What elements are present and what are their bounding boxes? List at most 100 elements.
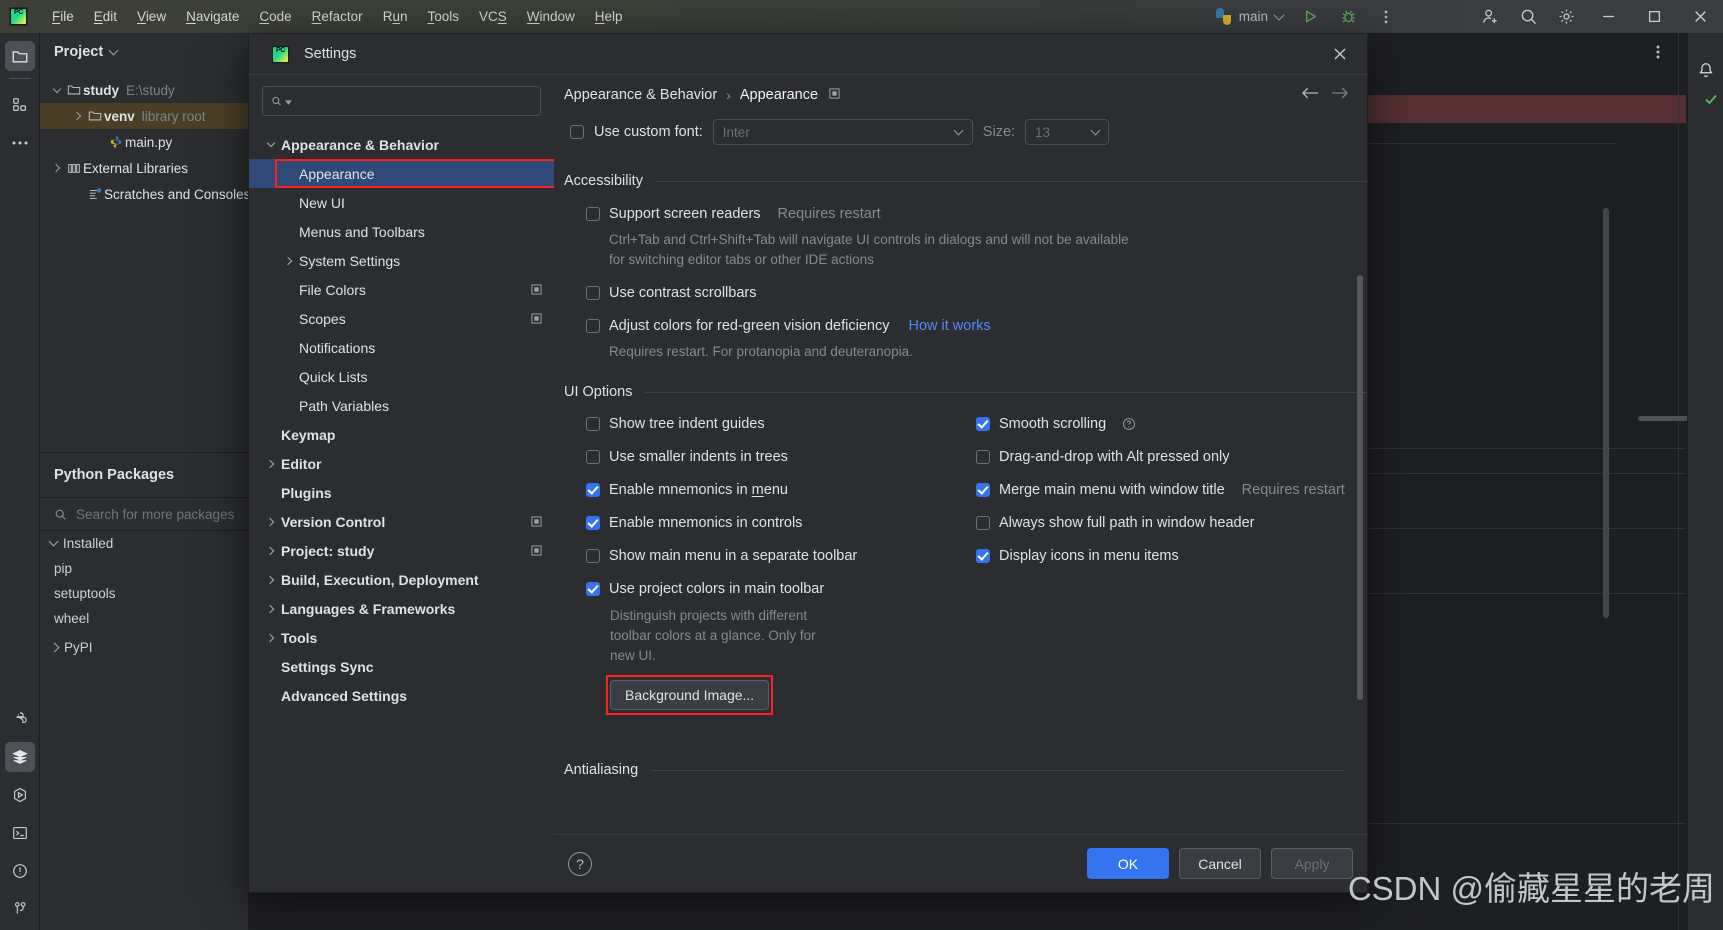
arrow-right-icon[interactable]: [1330, 86, 1349, 104]
use-smaller-indents-in-trees-checkbox[interactable]: [586, 449, 600, 464]
settings-tree-item-plugins[interactable]: Plugins: [249, 478, 554, 507]
help-icon[interactable]: [1122, 417, 1136, 431]
python-packages-icon[interactable]: [4, 742, 35, 772]
how-it-works-link[interactable]: How it works: [908, 318, 990, 334]
checkbox-row[interactable]: Enable mnemonics in menu: [586, 473, 976, 506]
add-user-icon[interactable]: [1471, 0, 1509, 33]
checkbox-row[interactable]: Enable mnemonics in controls: [586, 506, 976, 539]
checkbox-row[interactable]: Drag-and-drop with Alt pressed only: [976, 440, 1367, 473]
debug-icon[interactable]: [1329, 0, 1367, 33]
run-configuration-selector[interactable]: main: [1207, 8, 1291, 25]
display-icons-in-menu-items-checkbox[interactable]: [976, 548, 990, 563]
settings-tree-item-notifications[interactable]: Notifications: [249, 333, 554, 362]
settings-tree-item-languages-frameworks[interactable]: Languages & Frameworks: [249, 594, 554, 623]
run-icon[interactable]: [5, 780, 35, 810]
version-control-icon[interactable]: [5, 894, 35, 924]
settings-tree-item-keymap[interactable]: Keymap: [249, 420, 554, 449]
packages-group-installed[interactable]: Installed: [40, 531, 248, 556]
chevron-right-icon[interactable]: [261, 633, 281, 642]
menu-run[interactable]: Run: [373, 5, 418, 28]
chevron-right-icon[interactable]: [261, 575, 281, 584]
menu-help[interactable]: Help: [585, 5, 633, 28]
project-tree-item[interactable]: Scratches and Consoles: [40, 181, 248, 207]
project-tree-item[interactable]: venv library root: [40, 103, 248, 129]
settings-tree-item-appearance[interactable]: Appearance: [249, 159, 554, 188]
chevron-right-icon[interactable]: [261, 604, 281, 613]
menu-file[interactable]: File: [42, 5, 84, 28]
package-list-item[interactable]: pip: [40, 556, 248, 581]
close-icon[interactable]: [1677, 0, 1723, 33]
cancel-button[interactable]: Cancel: [1179, 848, 1261, 879]
terminal-icon[interactable]: [5, 818, 35, 848]
search-icon[interactable]: [1509, 0, 1547, 33]
chevron-right-icon[interactable]: [50, 163, 64, 173]
settings-search-box[interactable]: [262, 86, 541, 116]
checkbox-row[interactable]: Show tree indent guides: [586, 407, 976, 440]
settings-tree-item-editor[interactable]: Editor: [249, 449, 554, 478]
checkbox-row[interactable]: Always show full path in window header: [976, 506, 1367, 539]
packages-repo-pypi[interactable]: PyPI: [40, 635, 248, 660]
question-mark-icon[interactable]: ?: [568, 851, 592, 876]
settings-search-input[interactable]: [297, 93, 532, 109]
packages-search-row[interactable]: Search for more packages: [40, 497, 248, 531]
settings-tree-item-settings-sync[interactable]: Settings Sync: [249, 652, 554, 681]
enable-mnemonics-in-menu-checkbox[interactable]: [586, 482, 600, 497]
chevron-down-icon[interactable]: [261, 138, 281, 148]
checkbox-row[interactable]: Smooth scrolling: [976, 407, 1367, 440]
background-image-button[interactable]: Background Image...: [610, 680, 770, 710]
checkbox-row[interactable]: Show main menu in a separate toolbar: [586, 539, 976, 572]
menu-code[interactable]: Code: [249, 5, 301, 28]
ok-button[interactable]: OK: [1087, 848, 1169, 879]
use-contrast-scrollbars-checkbox[interactable]: [586, 285, 600, 300]
notification-bell-icon[interactable]: [1691, 55, 1721, 85]
settings-tree-item-tools[interactable]: Tools: [249, 623, 554, 652]
settings-tree-item-scopes[interactable]: Scopes: [249, 304, 554, 333]
chevron-right-icon[interactable]: [71, 111, 85, 121]
settings-content-scrollbar[interactable]: [1357, 275, 1363, 700]
menu-window[interactable]: Window: [517, 5, 585, 28]
settings-tree-item-menus-and-toolbars[interactable]: Menus and Toolbars: [249, 217, 554, 246]
checkbox-row[interactable]: Use contrast scrollbars: [586, 276, 1367, 309]
drag-and-drop-with-alt-pressed-only-checkbox[interactable]: [976, 449, 990, 464]
checkbox-row[interactable]: Use smaller indents in trees: [586, 440, 976, 473]
close-icon[interactable]: [1325, 39, 1355, 69]
project-folder-icon[interactable]: [4, 41, 35, 71]
checkbox-row[interactable]: Display icons in menu items: [976, 539, 1367, 572]
settings-tree-item-path-variables[interactable]: Path Variables: [249, 391, 554, 420]
smooth-scrolling-checkbox[interactable]: [976, 416, 990, 431]
enable-mnemonics-in-controls-checkbox[interactable]: [586, 515, 600, 530]
show-tree-indent-guides-checkbox[interactable]: [586, 416, 600, 431]
checkbox-row[interactable]: Merge main menu with window title Require…: [976, 473, 1367, 506]
project-tree-item[interactable]: main.py: [40, 129, 248, 155]
settings-tree-item-appearance-behavior[interactable]: Appearance & Behavior: [249, 130, 554, 159]
run-icon[interactable]: [1291, 0, 1329, 33]
menu-refactor[interactable]: Refactor: [302, 5, 373, 28]
settings-tree-item-new-ui[interactable]: New UI: [249, 188, 554, 217]
search-dropdown-icon[interactable]: [284, 92, 292, 110]
checkbox-row[interactable]: Support screen readers Requires restart: [586, 197, 1367, 230]
minimize-icon[interactable]: [1585, 0, 1631, 33]
chevron-down-icon[interactable]: [50, 84, 64, 93]
adjust-colors-for-red-green-vision-deficiency-checkbox[interactable]: [586, 318, 600, 333]
apply-button[interactable]: Apply: [1271, 848, 1353, 879]
maximize-icon[interactable]: [1631, 0, 1677, 33]
editor-scrollbar[interactable]: [1603, 208, 1609, 618]
use-project-colors-in-main-toolbar-checkbox[interactable]: [586, 581, 600, 596]
chevron-right-icon[interactable]: [279, 256, 299, 265]
more-dots-icon[interactable]: [5, 128, 35, 158]
settings-tree-item-project-study[interactable]: Project: study: [249, 536, 554, 565]
checkbox-row[interactable]: Use project colors in main toolbar: [586, 572, 976, 605]
use-custom-font-checkbox[interactable]: [570, 125, 584, 139]
menu-tools[interactable]: Tools: [417, 5, 469, 28]
editor-more-icon[interactable]: [1639, 36, 1677, 69]
font-size-combo[interactable]: 13: [1025, 119, 1110, 145]
menu-vcs[interactable]: VCS: [469, 5, 517, 28]
merge-main-menu-with-window-title-checkbox[interactable]: [976, 482, 990, 497]
project-tree-item[interactable]: study E:\study: [40, 77, 248, 103]
show-main-menu-in-a-separate-toolbar-checkbox[interactable]: [586, 548, 600, 563]
settings-tree-item-quick-lists[interactable]: Quick Lists: [249, 362, 554, 391]
package-list-item[interactable]: setuptools: [40, 581, 248, 606]
support-screen-readers-checkbox[interactable]: [586, 206, 600, 221]
more-vertical-icon[interactable]: [1367, 0, 1405, 33]
chevron-right-icon[interactable]: [261, 546, 281, 555]
